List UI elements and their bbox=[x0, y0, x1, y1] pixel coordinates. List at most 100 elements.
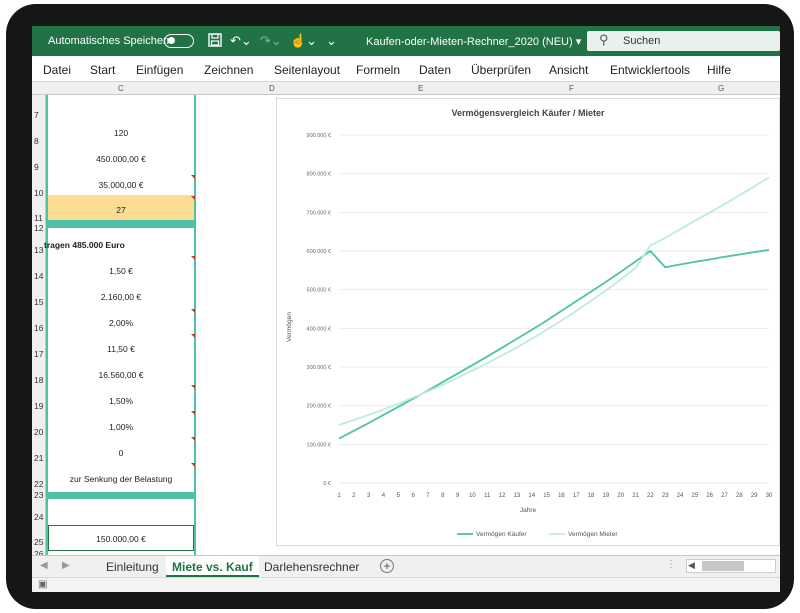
tab-miete-vs-kauf[interactable]: Miete vs. Kauf bbox=[166, 556, 259, 577]
cell-c15[interactable]: 2.160,00 € bbox=[48, 292, 194, 302]
comment-indicator[interactable] bbox=[191, 309, 195, 313]
tab-split-handle-icon[interactable]: ⋮ bbox=[666, 559, 676, 570]
x-tick-label: 24 bbox=[677, 493, 684, 499]
row-header[interactable]: 21 bbox=[34, 453, 43, 463]
row-header[interactable]: 12 bbox=[34, 223, 43, 233]
autosave-toggle[interactable] bbox=[164, 34, 194, 48]
x-tick-label: 1 bbox=[337, 493, 341, 499]
cell-c25[interactable]: 150.000,00 € bbox=[48, 534, 194, 544]
comment-indicator[interactable] bbox=[191, 437, 195, 441]
menu-formeln[interactable]: Formeln bbox=[356, 63, 400, 77]
search-icon: ⚲ bbox=[599, 32, 609, 47]
y-tick-label: 600.000 € bbox=[307, 249, 331, 255]
comment-indicator[interactable] bbox=[191, 175, 195, 179]
excel-window: Automatisches Speichern ↶⌄ ↷⌄ ☝⌄ ⌄ Kaufe… bbox=[32, 26, 780, 592]
column-header-c[interactable]: C bbox=[118, 84, 124, 93]
cell-c9[interactable]: 450.000,00 € bbox=[48, 154, 194, 164]
cell-c14[interactable]: 1,50 € bbox=[48, 266, 194, 276]
x-tick-label: 4 bbox=[382, 493, 386, 499]
row-header[interactable]: 22 bbox=[34, 479, 43, 489]
line-chart: Vermögensvergleich Käufer / Mieter 0 € 10… bbox=[286, 108, 773, 538]
menu-ansicht[interactable]: Ansicht bbox=[549, 63, 588, 77]
menu-einfuegen[interactable]: Einfügen bbox=[136, 63, 183, 77]
next-sheet-icon[interactable]: ▶ bbox=[62, 560, 70, 571]
row-header[interactable]: 11 bbox=[34, 213, 43, 223]
comment-indicator[interactable] bbox=[191, 196, 195, 200]
series-line-1[interactable] bbox=[338, 248, 770, 440]
column-header-f[interactable]: F bbox=[569, 84, 574, 93]
cell-c20[interactable]: 1,00% bbox=[48, 422, 194, 432]
scroll-left-icon[interactable]: ◀ bbox=[688, 560, 695, 571]
y-tick-label: 0 € bbox=[323, 481, 331, 487]
menu-zeichnen[interactable]: Zeichnen bbox=[204, 63, 253, 77]
row-header[interactable]: 19 bbox=[34, 401, 43, 411]
row-header[interactable]: 20 bbox=[34, 427, 43, 437]
row-header[interactable]: 14 bbox=[34, 271, 43, 281]
chart-area[interactable]: Vermögensvergleich Käufer / Mieter 0 € 10… bbox=[276, 98, 780, 546]
column-header-g[interactable]: G bbox=[718, 84, 724, 93]
cell-c16[interactable]: 2,00% bbox=[48, 318, 194, 328]
title-bar: Automatisches Speichern ↶⌄ ↷⌄ ☝⌄ ⌄ Kaufe… bbox=[32, 26, 780, 56]
undo-icon[interactable]: ↶⌄ bbox=[230, 33, 252, 48]
series-line-2[interactable] bbox=[338, 176, 770, 426]
touch-mode-icon[interactable]: ☝⌄ bbox=[290, 33, 317, 48]
customize-toolbar-icon[interactable]: ⌄ bbox=[326, 33, 337, 48]
macro-record-icon[interactable]: ▣ bbox=[38, 579, 47, 590]
column-header-d[interactable]: D bbox=[269, 84, 275, 93]
section-divider bbox=[48, 220, 194, 228]
cell-c22[interactable]: zur Senkung der Belastung bbox=[48, 474, 194, 484]
row-header[interactable]: 10 bbox=[34, 188, 43, 198]
save-icon[interactable] bbox=[208, 33, 222, 50]
cell-c17[interactable]: 11,50 € bbox=[48, 344, 194, 354]
cell-c19[interactable]: 1,50% bbox=[48, 396, 194, 406]
row-header[interactable]: 17 bbox=[34, 349, 43, 359]
column-c-cells: 120 450.000,00 € 35.000,00 € 27 tragen 4… bbox=[44, 95, 196, 555]
gridlines bbox=[339, 134, 769, 484]
column-header-e[interactable]: E bbox=[418, 84, 423, 93]
comment-indicator[interactable] bbox=[191, 385, 195, 389]
x-tick-label: 17 bbox=[573, 493, 580, 499]
x-tick-label: 15 bbox=[543, 493, 550, 499]
x-tick-label: 20 bbox=[617, 493, 624, 499]
prev-sheet-icon[interactable]: ◀ bbox=[40, 560, 48, 571]
tablet-frame: Automatisches Speichern ↶⌄ ↷⌄ ☝⌄ ⌄ Kaufe… bbox=[6, 4, 794, 609]
add-sheet-icon[interactable]: + bbox=[380, 559, 394, 573]
row-header[interactable]: 18 bbox=[34, 375, 43, 385]
row-header[interactable]: 24 bbox=[34, 512, 43, 522]
y-tick-label: 200.000 € bbox=[307, 404, 331, 410]
cell-c21[interactable]: 0 bbox=[48, 448, 194, 458]
menu-datei[interactable]: Datei bbox=[43, 63, 71, 77]
comment-indicator[interactable] bbox=[191, 256, 195, 260]
cell-c11[interactable]: 27 bbox=[48, 205, 194, 215]
row-header[interactable]: 9 bbox=[34, 162, 39, 172]
x-axis-ticks: 1 2 3 4 5 6 7 8 9 10 11 12 13 14 15 16 17 18 19 20 21 22 23 24 2… bbox=[337, 493, 773, 499]
menu-hilfe[interactable]: Hilfe bbox=[707, 63, 731, 77]
cell-c13[interactable]: tragen 485.000 Euro bbox=[44, 240, 190, 250]
comment-indicator[interactable] bbox=[191, 463, 195, 467]
row-header[interactable]: 16 bbox=[34, 323, 43, 333]
row-header[interactable]: 23 bbox=[34, 490, 43, 500]
search-box[interactable]: ⚲ Suchen bbox=[587, 31, 780, 51]
comment-indicator[interactable] bbox=[191, 411, 195, 415]
comment-indicator[interactable] bbox=[191, 334, 195, 338]
menu-seitenlayout[interactable]: Seitenlayout bbox=[274, 63, 340, 77]
cell-c10[interactable]: 35.000,00 € bbox=[48, 180, 194, 190]
redo-icon[interactable]: ↷⌄ bbox=[260, 33, 282, 48]
row-header[interactable]: 13 bbox=[34, 245, 43, 255]
row-header[interactable]: 8 bbox=[34, 136, 39, 146]
cell-c18[interactable]: 16.560,00 € bbox=[48, 370, 194, 380]
document-title[interactable]: Kaufen-oder-Mieten-Rechner_2020 (NEU) ▾ bbox=[366, 35, 581, 48]
x-tick-label: 12 bbox=[499, 493, 506, 499]
sheet-tab-bar: ◀ ▶ Einleitung Miete vs. Kauf Darlehensr… bbox=[32, 555, 780, 577]
menu-ueberpruefen[interactable]: Überprüfen bbox=[471, 63, 531, 77]
cell-c8[interactable]: 120 bbox=[48, 128, 194, 138]
tab-darlehensrechner[interactable]: Darlehensrechner bbox=[264, 556, 359, 577]
row-header[interactable]: 25 bbox=[34, 537, 43, 547]
tab-einleitung[interactable]: Einleitung bbox=[106, 556, 159, 577]
menu-daten[interactable]: Daten bbox=[419, 63, 451, 77]
row-header[interactable]: 7 bbox=[34, 110, 39, 120]
menu-start[interactable]: Start bbox=[90, 63, 115, 77]
row-header[interactable]: 15 bbox=[34, 297, 43, 307]
scroll-thumb[interactable] bbox=[702, 561, 744, 571]
menu-entwicklertools[interactable]: Entwicklertools bbox=[610, 63, 690, 77]
